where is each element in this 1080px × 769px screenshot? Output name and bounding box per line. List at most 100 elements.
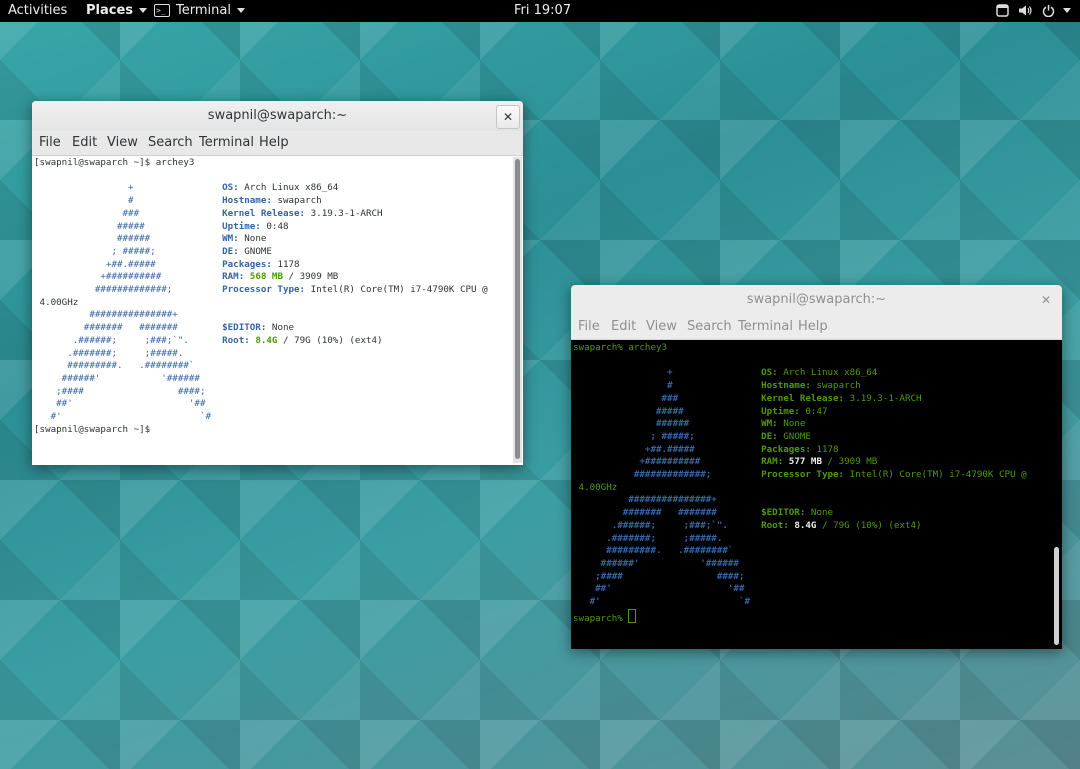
ascii-art-line: ######' '###### <box>45 372 223 384</box>
scrollbar[interactable] <box>513 157 522 463</box>
info-editor: None <box>810 507 834 519</box>
info-pkg: 1178 <box>277 258 300 270</box>
ascii-art-line: +########## <box>584 456 762 468</box>
clock[interactable]: Fri 19:07 <box>514 0 571 22</box>
terminal-window-inactive[interactable]: swapnil@swaparch:~ ✕ File Edit View Sear… <box>571 285 1062 649</box>
menu-edit[interactable]: Edit <box>72 131 97 155</box>
info-wm: None <box>783 418 806 430</box>
menu-bar: File Edit View Search Terminal Help <box>571 315 1062 340</box>
ascii-art-line: ;#### ####; <box>584 570 762 582</box>
terminal-line: +##.##### Packages: 1178 <box>34 259 512 272</box>
ascii-art-line: ####### ####### <box>584 507 762 519</box>
ascii-art-line: ###############+ <box>584 494 762 506</box>
ascii-art-line: ###### <box>45 233 223 245</box>
ascii-art-line: ##' '## <box>584 583 762 595</box>
volume-icon[interactable] <box>1018 0 1032 22</box>
terminal-window-active[interactable]: swapnil@swaparch:~ ✕ File Edit View Sear… <box>32 101 523 465</box>
terminal-line: #############; Processor Type: Intel(R) … <box>573 469 1051 482</box>
terminal-line: ####### ####### $EDITOR: None <box>34 322 512 335</box>
menu-edit[interactable]: Edit <box>611 315 636 339</box>
terminal-line: .######; ;###;`". Root: 8.4G / 79G (10%)… <box>34 335 512 348</box>
info-ram-total: / 3909 MB <box>827 456 878 468</box>
command-text: archey3 <box>155 157 195 168</box>
menu-terminal[interactable]: Terminal <box>199 131 254 155</box>
terminal-line: ######' '###### <box>573 558 1051 571</box>
scrollbar-thumb[interactable] <box>515 159 520 459</box>
ascii-art-line: ; #####; <box>45 245 223 257</box>
window-titlebar[interactable]: swapnil@swaparch:~ <box>32 101 523 131</box>
shell-prompt: swaparch% <box>573 342 629 353</box>
info-ram-total: / 3909 MB <box>288 271 339 283</box>
info-os-label: OS: <box>761 367 778 379</box>
info-wm-label: WM: <box>222 233 239 245</box>
window-titlebar[interactable]: swapnil@swaparch:~ <box>571 285 1062 315</box>
power-icon[interactable] <box>1042 0 1072 22</box>
ascii-art-line: .#######; ;#####. <box>584 532 762 544</box>
command-text: archey3 <box>628 342 668 353</box>
terminal-line: ;#### ####; <box>573 571 1051 584</box>
terminal-line: ##' '## <box>573 583 1051 596</box>
ascii-art-line: ; #####; <box>584 430 762 442</box>
info-uptime-label: Uptime: <box>761 405 800 417</box>
cpu-continuation: 4.00GHz <box>39 296 79 308</box>
ascii-art-line: ####### ####### <box>45 322 223 334</box>
window-icon[interactable] <box>996 0 1009 22</box>
cpu-continuation: 4.00GHz <box>578 481 618 493</box>
chevron-down-icon <box>236 8 245 13</box>
info-root-rest: / 79G (10%) (ext4) <box>822 519 922 531</box>
info-pkg: 1178 <box>816 443 839 455</box>
terminal-line: 4.00GHz <box>34 297 512 310</box>
close-button[interactable]: ✕ <box>496 105 520 129</box>
menu-search[interactable]: Search <box>148 131 193 155</box>
terminal-line: ### Kernel Release: 3.19.3-1-ARCH <box>34 208 512 221</box>
menu-search[interactable]: Search <box>687 315 732 339</box>
menu-file[interactable]: File <box>578 315 600 339</box>
terminal-output[interactable]: [swapnil@swaparch ~]$ archey3 + OS: Arch… <box>34 157 512 463</box>
ascii-art-line: ##### <box>45 220 223 232</box>
terminal-line: ;#### ####; <box>34 386 512 399</box>
info-editor-label: $EDITOR: <box>761 507 806 519</box>
ascii-art-line: .######; ;###;`". <box>45 334 223 346</box>
ascii-art-line: # <box>45 195 223 207</box>
menu-help[interactable]: Help <box>259 131 289 155</box>
places-menu[interactable]: Places <box>86 0 148 22</box>
info-kernel: 3.19.3-1-ARCH <box>849 392 922 404</box>
terminal-line: 4.00GHz <box>573 482 1051 495</box>
info-de: GNOME <box>244 245 272 257</box>
info-cpu-label: Processor Type: <box>222 284 306 296</box>
menu-view[interactable]: View <box>107 131 138 155</box>
menu-bar: File Edit View Search Terminal Help <box>32 131 523 156</box>
activities-button[interactable]: Activities <box>8 0 67 22</box>
app-menu-terminal[interactable]: >_ Terminal <box>154 0 245 22</box>
menu-help[interactable]: Help <box>798 315 828 339</box>
window-title: swapnil@swaparch:~ <box>207 108 348 123</box>
terminal-line: ; #####; DE: GNOME <box>573 431 1051 444</box>
info-uptime: 0:48 <box>266 220 289 232</box>
terminal-line: #########. .########` <box>573 545 1051 558</box>
terminal-line: .#######; ;#####. <box>34 348 512 361</box>
terminal-line: ###############+ <box>573 494 1051 507</box>
ascii-art-line: ;#### ####; <box>45 385 223 397</box>
terminal-line: ###### WM: None <box>34 233 512 246</box>
terminal-output[interactable]: swaparch% archey3 + OS: Arch Linux x86_6… <box>573 342 1051 647</box>
info-root-rest: / 79G (10%) (ext4) <box>283 334 383 346</box>
info-ram-label: RAM: <box>761 456 784 468</box>
app-menu-label: Terminal <box>176 3 231 18</box>
scrollbar-thumb[interactable] <box>1054 547 1059 645</box>
ascii-art-line: #########. .########` <box>45 360 223 372</box>
close-button[interactable]: ✕ <box>1041 293 1051 307</box>
info-pkg-label: Packages: <box>222 258 272 270</box>
terminal-line: #############; Processor Type: Intel(R) … <box>34 284 512 297</box>
info-de-label: DE: <box>761 430 778 442</box>
ascii-art-line: #' `# <box>45 411 223 423</box>
scrollbar[interactable] <box>1052 342 1061 647</box>
terminal-line: ### Kernel Release: 3.19.3-1-ARCH <box>573 393 1051 406</box>
terminal-line: # Hostname: swaparch <box>34 195 512 208</box>
menu-file[interactable]: File <box>39 131 61 155</box>
ascii-art-line: #############; <box>45 284 223 296</box>
menu-view[interactable]: View <box>646 315 677 339</box>
info-os: Arch Linux x86_64 <box>244 182 339 194</box>
ascii-art-line: + <box>45 182 223 194</box>
menu-terminal[interactable]: Terminal <box>738 315 793 339</box>
